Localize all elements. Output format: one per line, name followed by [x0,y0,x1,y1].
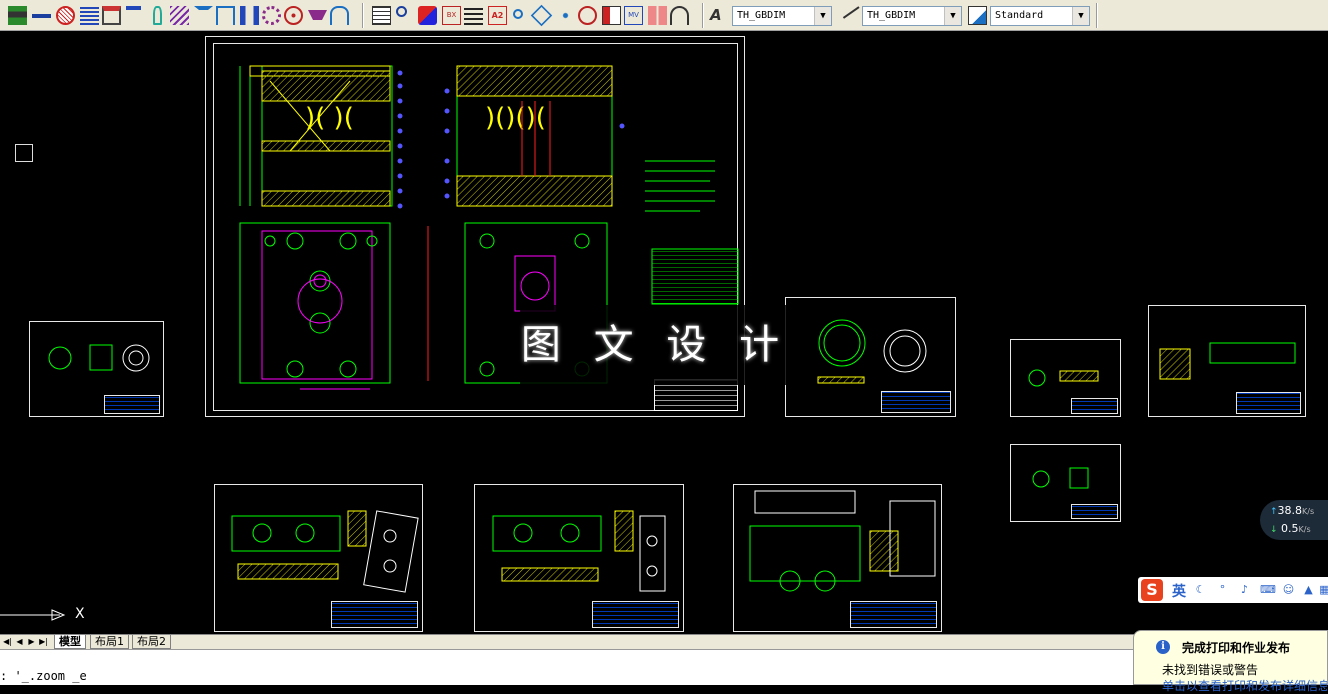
svg-text:)( )(: )( )( [305,103,354,133]
microphone-icon[interactable]: ♪ [1238,584,1251,596]
notification-title: 完成打印和作业发布 [1182,641,1291,655]
grid-table-icon[interactable] [372,6,391,25]
tab-layout2[interactable]: 布局2 [132,635,171,649]
command-line-text[interactable]: : '_.zoom _e [0,669,87,683]
moon-icon[interactable]: ☾ [1194,584,1207,596]
notification-message: 未找到错误或警告 [1162,663,1259,677]
text-block-icon[interactable]: BX [442,6,461,25]
upload-speed: 38.8 [1277,504,1303,517]
arc-icon[interactable] [670,6,689,25]
a2-paper-icon[interactable]: A2 [488,6,507,25]
toolbar: BX A2 MV A TH_GBDIM ▼ TH_GBDIM ▼ Standar… [0,0,1328,31]
chevron-down-icon[interactable]: ▼ [944,7,961,25]
dimension-line-icon[interactable] [32,6,51,25]
user-icon[interactable]: ☺ [1282,584,1295,596]
ime-toolbar[interactable]: S 英 ☾ ° ♪ ⌨ ☺ ▲ ▦ [1138,577,1328,603]
cross-hatch-icon[interactable] [170,6,189,25]
layer-color-icon[interactable] [418,6,437,25]
keyboard-icon[interactable]: ⌨ [1260,584,1276,596]
download-arrow-icon: ↓ [1270,525,1278,535]
column-icon[interactable] [240,6,259,25]
text-style-select[interactable]: TH_GBDIM ▼ [732,6,832,26]
gear-set-icon[interactable] [262,6,281,25]
chevron-down-icon[interactable]: ▼ [1072,7,1089,25]
tab-model[interactable]: 模型 [54,635,86,649]
t-slot-icon[interactable] [194,6,213,25]
first-tab-icon[interactable]: ◀| [2,636,13,647]
watermark-text: 图 文 设 计 [520,305,790,385]
shirt-icon[interactable]: ▲ [1302,584,1315,596]
list-icon[interactable] [464,6,483,25]
ruler-icon[interactable] [8,6,27,25]
text-style-value: TH_GBDIM [737,10,786,21]
funnel-icon[interactable] [308,6,327,25]
magnifier-icon[interactable] [396,6,415,25]
dim-style-value: TH_GBDIM [867,10,916,21]
search-icon[interactable] [510,6,529,25]
drawing-canvas[interactable]: )( )( )()()(X 图 文 设 计 [0,31,1328,634]
cube-icon[interactable] [530,4,553,27]
upload-arrow-icon: ↑ [1270,507,1278,517]
clamp-icon[interactable] [216,6,235,25]
dim-style-icon[interactable] [839,1,860,25]
t-bolt-icon[interactable] [124,6,143,25]
net-speed-widget[interactable]: ↑38.8K/s ↓ 0.5K/s [1260,500,1328,540]
table-style-icon[interactable] [968,6,987,25]
target-icon[interactable] [284,6,303,25]
punctuation-icon[interactable]: ° [1216,584,1229,596]
table-style-value: Standard [995,10,1044,21]
layout-tab-bar: ◀| ◀ ▶ ▶| 模型 布局1 布局2 [0,634,1328,649]
prev-tab-icon[interactable]: ◀ [14,636,25,647]
notification-link[interactable]: 单击以查看打印和发布详细信息 [1162,677,1327,694]
svg-text:)()()(: )()()( [485,103,546,133]
next-tab-icon[interactable]: ▶ [26,636,37,647]
ime-mode-toggle[interactable]: 英 [1172,581,1186,601]
last-tab-icon[interactable]: ▶| [38,636,49,647]
chevron-down-icon[interactable]: ▼ [814,7,831,25]
bolt-icon[interactable] [102,6,121,25]
sandglass-icon[interactable] [578,6,597,25]
ucs-x-label: X [75,606,85,622]
text-style-icon[interactable]: A [710,6,729,25]
chart-icon[interactable]: MV [624,6,643,25]
download-speed: 0.5 [1281,522,1299,535]
grid-menu-icon[interactable]: ▦ [1318,584,1328,596]
spark-icon[interactable] [556,6,575,25]
table-style-select[interactable]: Standard ▼ [990,6,1090,26]
window-tile-icon[interactable] [648,6,667,25]
hatch-circle-icon[interactable] [56,6,75,25]
info-icon: i [1156,640,1170,654]
print-notification-balloon[interactable]: i 完成打印和作业发布 未找到错误或警告 单击以查看打印和发布详细信息 [1133,630,1328,693]
bracket-icon[interactable] [330,6,349,25]
sogou-logo-icon[interactable]: S [1141,579,1163,601]
spring-icon[interactable] [80,6,99,25]
dim-style-select[interactable]: TH_GBDIM ▼ [862,6,962,26]
pin-icon[interactable] [148,6,167,25]
form-icon[interactable] [602,6,621,25]
tab-layout1[interactable]: 布局1 [90,635,129,649]
command-line-window[interactable]: : '_.zoom _e [0,649,1328,685]
